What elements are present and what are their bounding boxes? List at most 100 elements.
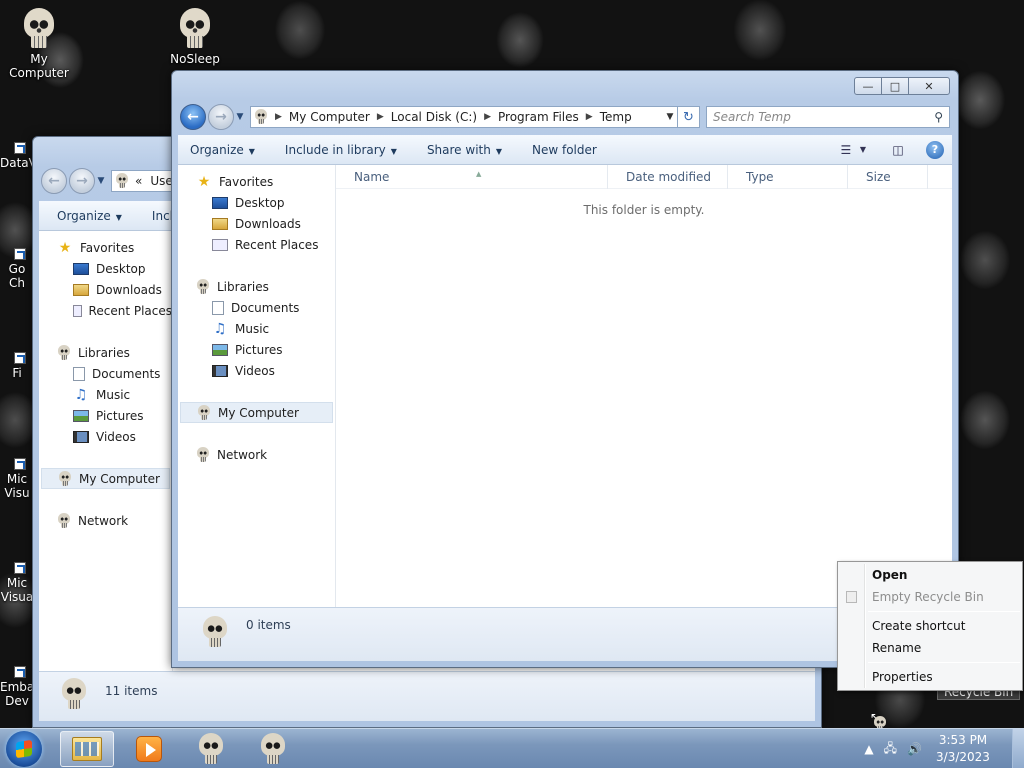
address-dropdown-icon[interactable]: ▼ (663, 112, 677, 122)
show-hidden-icons-icon[interactable]: ▲ (864, 742, 873, 756)
nav-videos[interactable]: Videos (39, 426, 172, 447)
chevron-right-icon[interactable]: ▶ (586, 112, 593, 122)
star-icon: ★ (58, 239, 72, 256)
search-input[interactable]: Search Temp ⚲ (706, 106, 950, 128)
share-with-button[interactable]: Share with ▼ (427, 143, 502, 157)
column-header-name[interactable]: ▲ Name (336, 164, 608, 189)
pictures-icon (212, 343, 228, 356)
clock[interactable]: 3:53 PM 3/3/2023 (932, 732, 994, 766)
address-bar[interactable]: ▶ My Computer ▶ Local Disk (C:) ▶ Progra… (250, 106, 678, 128)
desktop-shortcut-label: Mic (6, 576, 28, 590)
desktop-shortcut-embarcadero[interactable]: Emba Dev (0, 666, 34, 708)
refresh-button[interactable]: ↻ (678, 106, 700, 128)
nav-recent-places[interactable]: Recent Places (39, 300, 172, 321)
clock-date: 3/3/2023 (936, 750, 990, 764)
nav-my-computer[interactable]: My Computer (180, 402, 333, 423)
nav-downloads[interactable]: Downloads (39, 279, 172, 300)
skull-icon (202, 616, 228, 648)
nav-libraries[interactable]: Libraries (178, 276, 335, 297)
search-icon[interactable]: ⚲ (934, 110, 943, 124)
breadcrumb-temp[interactable]: Temp (600, 110, 632, 124)
pictures-icon (73, 409, 89, 422)
breadcrumb-local-disk[interactable]: Local Disk (C:) (391, 110, 477, 124)
back-button[interactable]: ← (41, 168, 67, 194)
skull-icon (254, 109, 268, 125)
back-button[interactable]: ← (180, 104, 206, 130)
help-icon[interactable]: ? (926, 140, 944, 159)
nav-desktop[interactable]: Desktop (39, 258, 172, 279)
nav-downloads[interactable]: Downloads (178, 213, 335, 234)
nav-recent-places[interactable]: Recent Places (178, 234, 335, 255)
maximize-button[interactable]: □ (881, 77, 909, 95)
preview-pane-icon[interactable]: ◫ (888, 142, 908, 158)
chevron-right-icon[interactable]: ▶ (377, 112, 384, 122)
recent-pages-arrow-icon[interactable]: ▼ (234, 112, 246, 122)
nav-favorites[interactable]: ★ Favorites (178, 171, 335, 192)
taskbar-explorer-button[interactable] (60, 731, 114, 767)
include-in-library-button[interactable]: Include in library ▼ (285, 143, 397, 157)
organize-button[interactable]: Organize ▼ (57, 209, 122, 223)
window-controls: — □ ✕ (854, 77, 950, 95)
close-button[interactable]: ✕ (908, 77, 950, 95)
nav-libraries[interactable]: Libraries (39, 342, 172, 363)
taskbar-media-player-button[interactable] (122, 731, 176, 767)
breadcrumb-my-computer[interactable]: My Computer (289, 110, 370, 124)
breadcrumb-item[interactable]: Use (150, 174, 172, 188)
desktop-shortcut-visual-studio-2[interactable]: Mic Visua (0, 562, 34, 604)
nav-pictures[interactable]: Pictures (178, 339, 335, 360)
nav-favorites[interactable]: ★ Favorites (39, 237, 172, 258)
start-button[interactable] (6, 731, 42, 767)
recent-pages-arrow-icon[interactable]: ▼ (95, 176, 107, 186)
forward-button[interactable]: → (69, 168, 95, 194)
change-view-icon[interactable]: ☰ (836, 142, 856, 158)
desktop-shortcut-datav[interactable]: DataV (0, 142, 34, 170)
menu-item-rename[interactable]: Rename (838, 637, 1022, 659)
view-dropdown-icon[interactable]: ▼ (860, 145, 866, 154)
downloads-folder-icon (73, 283, 89, 296)
new-folder-button[interactable]: New folder (532, 143, 597, 157)
organize-button[interactable]: Organize ▼ (190, 143, 255, 157)
desktop-shortcut-label: Fi (12, 366, 22, 380)
nav-pictures[interactable]: Pictures (39, 405, 172, 426)
menu-item-empty-recycle-bin[interactable]: Empty Recycle Bin (838, 586, 1022, 608)
breadcrumb-overflow[interactable]: « (135, 174, 142, 188)
show-desktop-button[interactable] (1012, 729, 1024, 768)
videos-icon (212, 364, 228, 377)
volume-icon[interactable]: 🔊 (907, 742, 922, 756)
file-list[interactable]: ▲ Name Date modified Type Size This fold… (336, 164, 952, 607)
desktop-shortcut-visual-studio-1[interactable]: Mic Visu (0, 458, 34, 500)
nav-music[interactable]: ♫ Music (178, 318, 335, 339)
forward-button[interactable]: → (208, 104, 234, 130)
nav-network[interactable]: Network (39, 510, 172, 531)
column-header-date-modified[interactable]: Date modified (608, 164, 728, 189)
column-header-size[interactable]: Size (848, 164, 928, 189)
desktop-shortcut-firefox[interactable]: Fi (0, 352, 34, 380)
column-header-type[interactable]: Type (728, 164, 848, 189)
explorer-content: ★ Favorites Desktop Downloads Recent Plac… (178, 164, 952, 607)
desktop-shortcut-label: DataV (0, 156, 34, 170)
chevron-right-icon[interactable]: ▶ (484, 112, 491, 122)
menu-item-create-shortcut[interactable]: Create shortcut (838, 615, 1022, 637)
network-icon[interactable]: 🖧 (884, 739, 897, 760)
nav-desktop[interactable]: Desktop (178, 192, 335, 213)
nav-videos[interactable]: Videos (178, 360, 335, 381)
nav-documents[interactable]: Documents (39, 363, 172, 384)
minimize-button[interactable]: — (854, 77, 882, 95)
desktop-shortcut-google-chrome[interactable]: Go Ch (0, 248, 34, 290)
desktop-shortcut-label: Emba (0, 680, 34, 694)
breadcrumb-program-files[interactable]: Program Files (498, 110, 579, 124)
nav-music[interactable]: ♫ Music (39, 384, 172, 405)
navigation-pane: ★ Favorites Desktop Downloads Recent Plac… (178, 165, 336, 607)
nav-my-computer[interactable]: My Computer (41, 468, 170, 489)
chevron-right-icon[interactable]: ▶ (275, 112, 282, 122)
menu-item-properties[interactable]: Properties (838, 666, 1022, 688)
taskbar-app-skull-2[interactable] (246, 731, 300, 767)
menu-item-open[interactable]: Open (838, 564, 1022, 586)
shortcut-arrow-icon (14, 352, 26, 364)
taskbar-app-skull-1[interactable] (184, 731, 238, 767)
skull-icon (198, 733, 224, 765)
desktop-icon-nosleep[interactable]: NoSleep (155, 8, 235, 66)
desktop-icon-my-computer[interactable]: My Computer (0, 8, 79, 80)
nav-network[interactable]: Network (178, 444, 335, 465)
nav-documents[interactable]: Documents (178, 297, 335, 318)
